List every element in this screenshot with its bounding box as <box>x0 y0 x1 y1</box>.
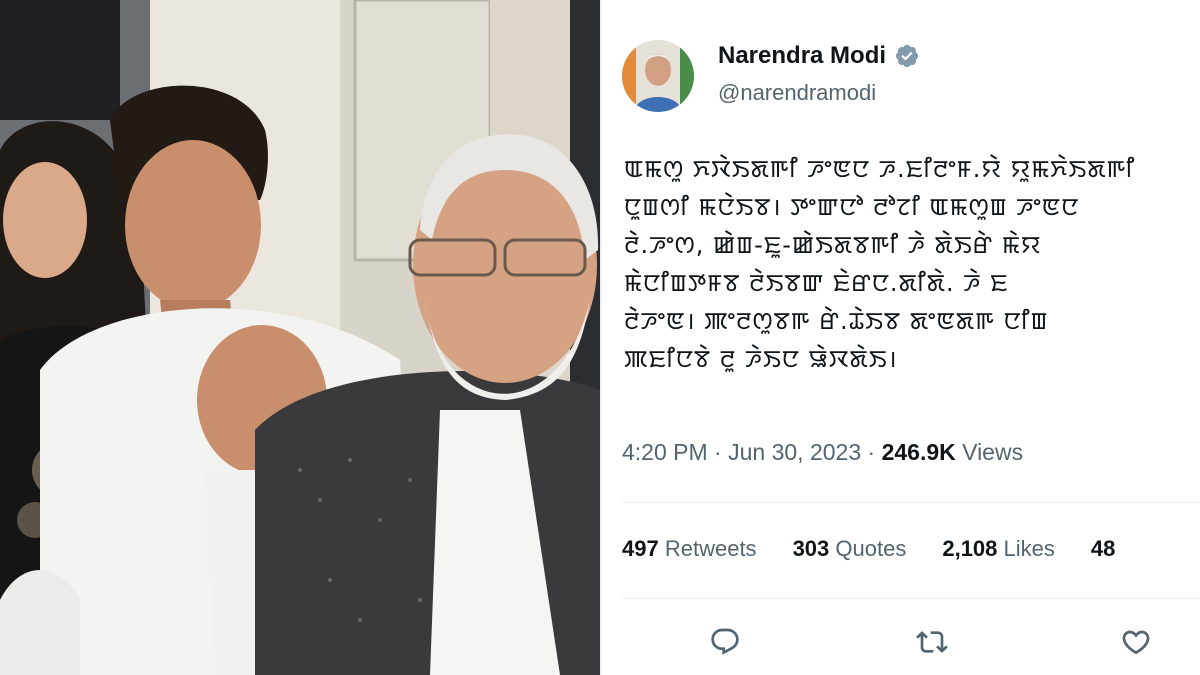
views-label: Views <box>962 439 1024 465</box>
divider-line <box>622 502 1200 503</box>
likes-stat[interactable]: 2,108 Likes <box>942 536 1055 562</box>
author-handle[interactable]: @narendramodi <box>718 80 876 106</box>
retweet-icon <box>916 631 948 653</box>
meta-separator: · <box>867 439 882 465</box>
quotes-stat[interactable]: 303 Quotes <box>793 536 907 562</box>
bookmarks-count: 48 <box>1090 536 1116 561</box>
retweets-stat[interactable]: 497 Retweets <box>622 536 757 562</box>
tweet-stats: 497 Retweets 303 Quotes 2,108 Likes 48 <box>622 536 1151 562</box>
tweet-body-line: ꯑꯃꯁꯨ ꯈꯋꯥꯏꯗꯒꯤ ꯍꯦꯟꯅ ꯍ.ꯐꯤꯂꯦꯝ.ꯌꯥ ꯌꯨꯃꯈꯥꯏꯗꯒꯤ <box>624 155 1136 183</box>
likes-count: 2,108 <box>942 536 998 561</box>
tweet-time[interactable]: 4:20 PM <box>622 439 708 465</box>
meta-separator: · <box>714 439 729 465</box>
photo-illustration <box>0 0 600 675</box>
bookmarks-stat[interactable]: 48 <box>1091 536 1115 562</box>
reply-button[interactable] <box>703 620 747 664</box>
tweet-body-line: ꯅꯨꯡꯁꯤ ꯃꯅꯥꯏꯕ। ꯇꯦꯛꯅꯣ ꯂꯣꯖꯤ ꯑꯃꯁꯨꯡ ꯍꯦꯟꯅ <box>624 193 1080 221</box>
quotes-count: 303 <box>792 536 830 561</box>
retweet-button[interactable] <box>910 620 954 664</box>
tweet-body-line: ꯂꯥꯍꯦꯟ। ꯄꯦꯂꯁꯨꯕꯒ ꯔꯥ.ꯊꯥꯏꯕ ꯗꯦꯟꯗꯒ ꯅꯤꯡ <box>624 307 1049 335</box>
tweet-meta: 4:20 PM · Jun 30, 2023 · 246.9K Views <box>622 439 1023 466</box>
divider-line <box>622 598 1200 599</box>
news-photo <box>0 0 600 675</box>
author-display-name[interactable]: Narendra Modi <box>718 42 886 70</box>
quotes-label: Quotes <box>835 536 907 561</box>
tweet-body: ꯑꯃꯁꯨ ꯈꯋꯥꯏꯗꯒꯤ ꯍꯦꯟꯅ ꯍ.ꯐꯤꯂꯦꯝ.ꯌꯥ ꯌꯨꯃꯈꯥꯏꯗꯒꯤ ꯅ… <box>624 150 1200 378</box>
reply-icon <box>711 628 739 655</box>
verified-badge-icon <box>895 44 919 68</box>
like-icon <box>1122 630 1150 655</box>
like-button[interactable] <box>1114 620 1158 664</box>
views-count: 246.9K <box>881 439 956 465</box>
likes-label: Likes <box>1003 536 1055 561</box>
author-avatar[interactable] <box>622 40 694 112</box>
retweets-count: 497 <box>622 536 659 561</box>
tweet-body-line: ꯃꯥꯅꯤꯡꯇꯝꯕ ꯂꯥꯏꯕꯛ ꯐꯥꯔꯅ.ꯗꯤꯗꯥ. ꯍꯥ ꯐ <box>624 269 1009 297</box>
avatar-image <box>622 40 694 112</box>
author-name-row: Narendra Modi <box>718 42 920 70</box>
tweet-body-line: ꯂꯥ.ꯍꯦꯁ, ꯀꯥꯡ-ꯐꯨ-ꯀꯥꯏꯗꯕꯒꯤ ꯍꯥ ꯗꯥꯏꯔꯥ ꯃꯥꯌ <box>624 231 1042 259</box>
retweets-label: Retweets <box>664 536 757 561</box>
tweet-body-line: ꯄꯐꯤꯅꯕꯥ ꯂꯨ ꯍꯥꯏꯅ ꯎꯥꯋꯗꯥꯏ। <box>624 345 898 373</box>
tweet-card: Narendra Modi @narendramodi ꯑꯃꯁꯨ ꯈꯋꯥꯏꯗꯒꯤ… <box>602 0 1200 675</box>
tweet-date[interactable]: Jun 30, 2023 <box>728 439 861 465</box>
tweet-actions <box>602 620 1200 664</box>
